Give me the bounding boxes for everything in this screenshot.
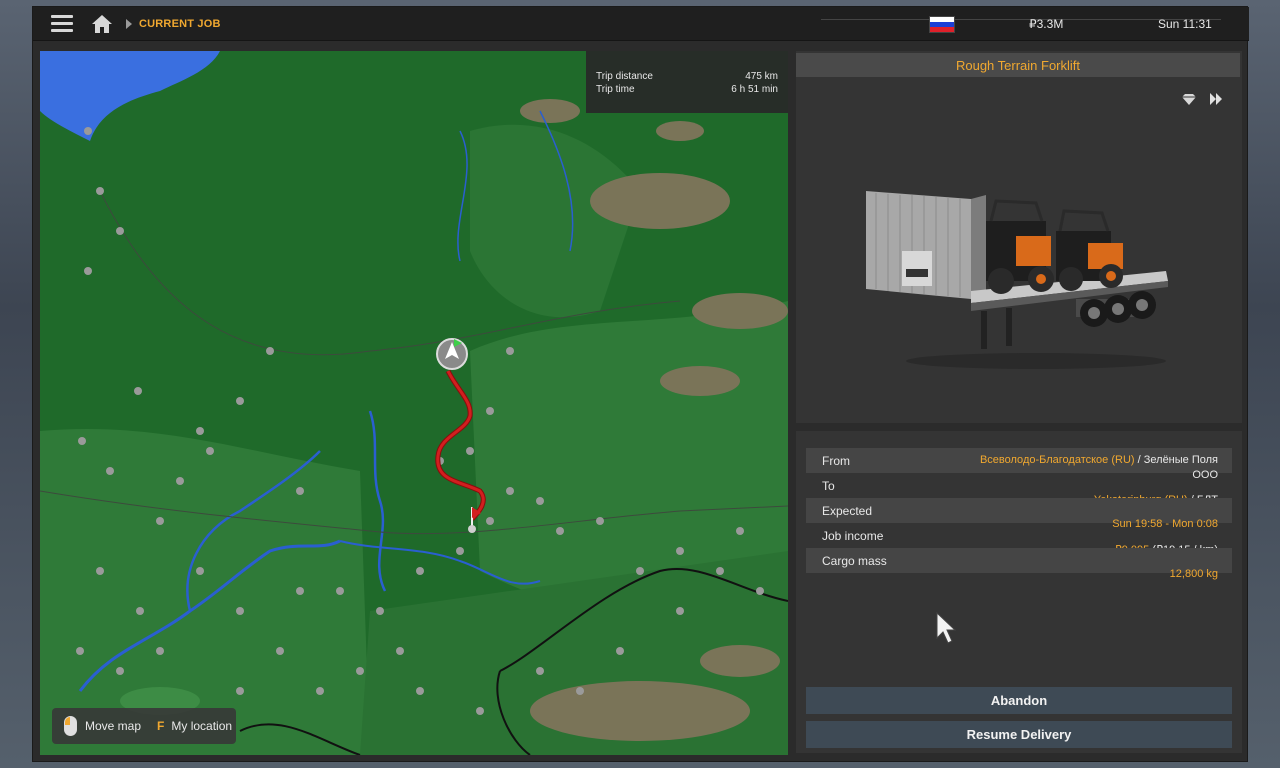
trailer-image: [866, 191, 1168, 369]
income-label: Job income: [822, 528, 884, 543]
from-company: Зелёные Поля: [1143, 454, 1218, 466]
income-row: Job income ₽9,095 (₽19.15 / km): [806, 523, 1232, 557]
from-row: From Всеволодо-Благодатское (RU) / Зелён…: [806, 448, 1232, 481]
my-location-label[interactable]: My location: [171, 719, 232, 733]
top-bar: CURRENT JOB ₽3.3M Sun 11:31: [33, 7, 1249, 41]
job-info-panel: From Всеволодо-Благодатское (RU) / Зелён…: [796, 431, 1242, 753]
trip-time-value: 6 h 51 min: [731, 84, 778, 95]
job-window: CURRENT JOB ₽3.3M Sun 11:31 Trip distanc…: [32, 6, 1249, 762]
cargo-title: Rough Terrain Forklift: [796, 53, 1240, 77]
menu-icon[interactable]: [51, 15, 73, 33]
trip-distance-value: 475 km: [745, 71, 778, 82]
route-map[interactable]: Trip distance 475 km Trip time 6 h 51 mi…: [40, 51, 788, 755]
mouse-cursor-icon: [936, 612, 957, 644]
map-canvas[interactable]: [40, 51, 788, 755]
to-label: To: [822, 478, 835, 493]
game-clock: Sun 11:31: [1158, 17, 1212, 31]
trip-distance-label: Trip distance: [596, 71, 653, 82]
map-controls-hint: Move map F My location: [52, 708, 236, 744]
from-city: Всеволодо-Благодатское (RU): [979, 454, 1135, 466]
fast-forward-icon[interactable]: [1209, 92, 1223, 106]
gem-icon[interactable]: [1182, 93, 1196, 105]
breadcrumb-arrow-icon: [126, 19, 132, 29]
mouse-icon: [64, 716, 77, 736]
expected-row: Expected Sun 19:58 - Mon 0:08: [806, 498, 1232, 530]
job-details-table: From Всеволодо-Благодатское (RU) / Зелён…: [806, 448, 1232, 580]
breadcrumb[interactable]: CURRENT JOB: [139, 18, 221, 30]
home-icon[interactable]: [91, 14, 113, 34]
mass-row: Cargo mass 12,800 kg: [806, 548, 1232, 580]
to-row: To Yekaterinburg (RU) / БЛТ: [806, 473, 1232, 507]
cargo-preview-panel: Rough Terrain Forklift: [796, 51, 1242, 423]
from-separator: /: [1134, 454, 1144, 466]
from-label: From: [822, 453, 850, 468]
f-key-icon: F: [157, 719, 165, 733]
trip-summary: Trip distance 475 km Trip time 6 h 51 mi…: [586, 51, 788, 113]
resume-delivery-button[interactable]: Resume Delivery: [806, 721, 1232, 748]
expected-label: Expected: [822, 503, 873, 518]
money-balance: ₽3.3M: [1029, 17, 1064, 31]
trip-time-label: Trip time: [596, 84, 635, 95]
mass-value: 12,800 kg: [1169, 568, 1218, 580]
move-map-label: Move map: [85, 719, 142, 733]
from-value: Всеволодо-Благодатское (RU) / Зелёные По…: [980, 454, 1218, 466]
mass-label: Cargo mass: [822, 553, 887, 568]
abandon-button[interactable]: Abandon: [806, 687, 1232, 714]
russia-flag-icon: [929, 16, 955, 33]
